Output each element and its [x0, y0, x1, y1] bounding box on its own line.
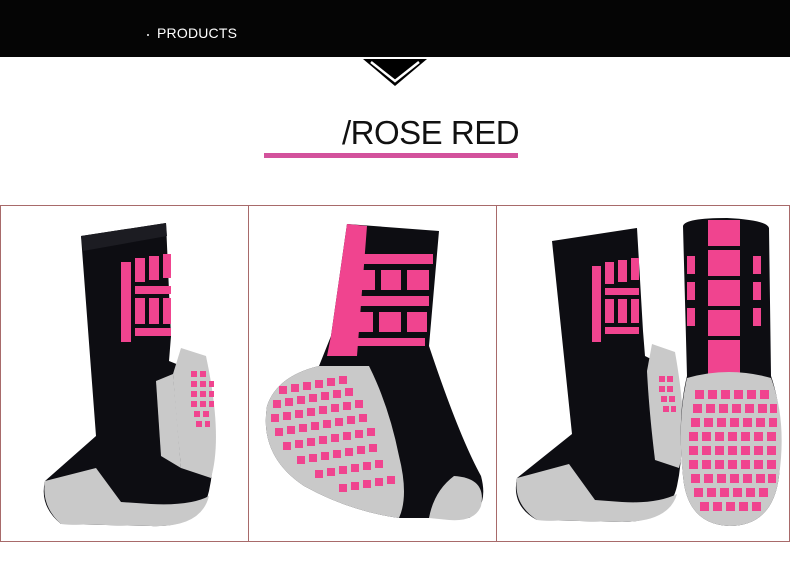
sock-pair-image — [515, 218, 782, 526]
product-image-side[interactable] — [0, 205, 249, 542]
color-heading: /ROSE RED — [264, 112, 520, 160]
sock-side-image — [43, 223, 216, 527]
title-underline — [264, 153, 518, 158]
product-image-pair[interactable] — [496, 205, 790, 542]
section-label: PRODUCTS — [157, 25, 238, 41]
page-title: /ROSE RED — [342, 114, 520, 151]
top-banner: PRODUCTS — [0, 0, 790, 57]
bullet-icon — [147, 34, 149, 36]
chevron-down-icon — [363, 59, 427, 86]
product-image-rear[interactable] — [248, 205, 498, 542]
sock-rear-image — [265, 224, 484, 521]
